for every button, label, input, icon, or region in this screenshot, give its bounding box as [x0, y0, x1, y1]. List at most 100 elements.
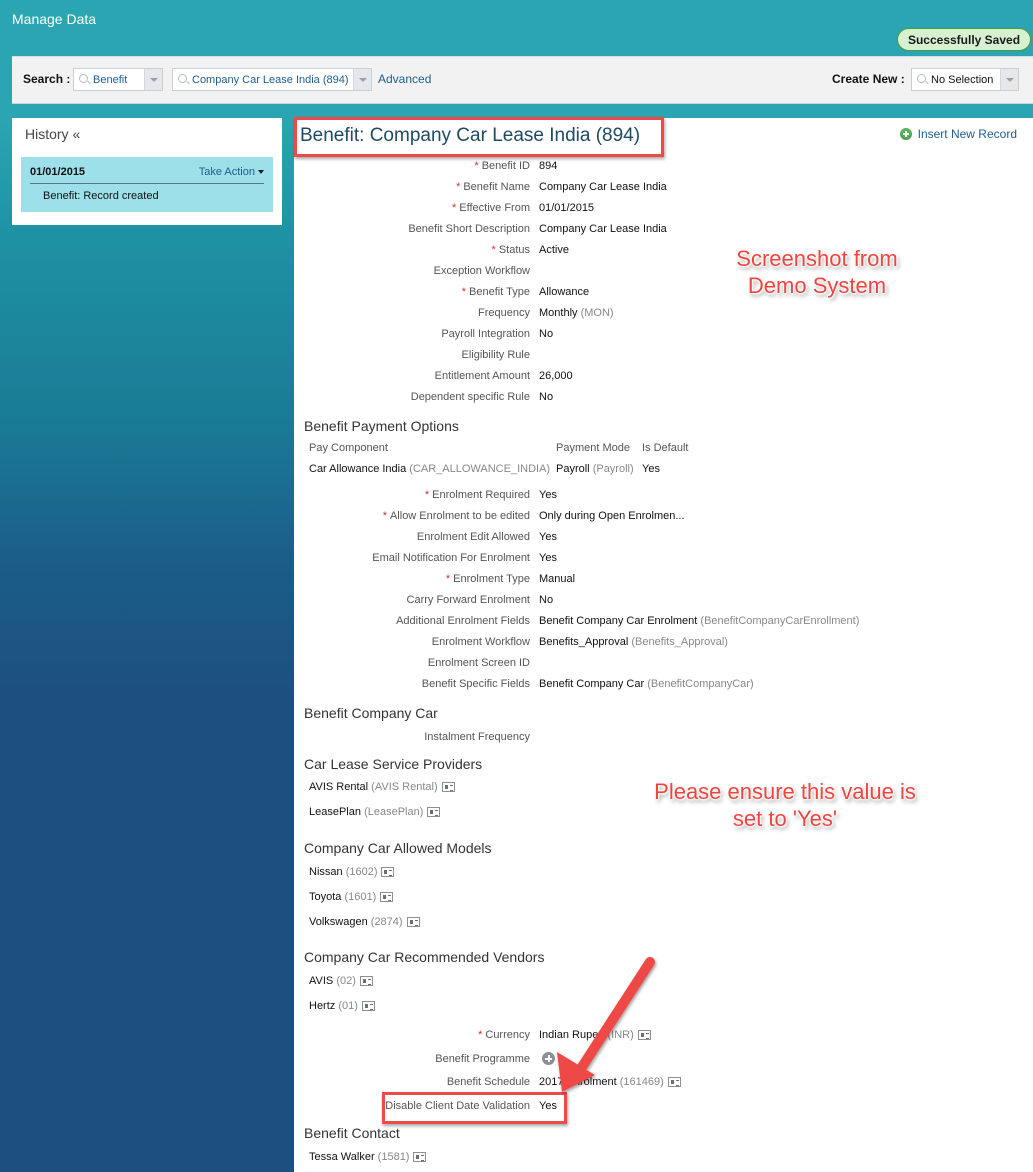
details-card-icon[interactable] — [441, 782, 455, 792]
field-row: Payroll Integration No — [294, 328, 1033, 342]
details-card-icon[interactable] — [427, 807, 441, 817]
create-new-select[interactable]: No Selection — [911, 68, 1019, 91]
field-label: Payroll Integration — [270, 328, 530, 340]
search-label: Search : — [23, 72, 71, 86]
field-label: Enrolment Workflow — [270, 636, 530, 648]
field-label: * Enrolment Required — [270, 489, 530, 501]
caret-down-icon — [258, 170, 264, 175]
field-value: Manual — [539, 573, 575, 585]
add-programme-icon[interactable] — [542, 1052, 555, 1065]
field-value-text: 01/01/2015 — [539, 202, 595, 214]
search-toolbar: Search : Benefit Company Car Lease India… — [12, 56, 1033, 104]
title-highlight-box — [294, 117, 664, 157]
field-row: Enrolment Edit Allowed Yes — [294, 531, 1033, 545]
list-item: Volkswagen (2874) — [309, 916, 420, 928]
list-item-name: AVIS Rental — [309, 781, 369, 793]
field-value: Active — [539, 244, 569, 256]
field-label-text: Enrolment Type — [453, 573, 530, 585]
details-card-icon[interactable] — [381, 867, 395, 877]
field-label: Additional Enrolment Fields — [270, 615, 530, 627]
list-item-name: Hertz — [309, 1000, 336, 1012]
list-item: Nissan (1602) — [309, 866, 395, 878]
demo-system-annotation: Screenshot from Demo System — [717, 245, 917, 299]
field-row: Benefit Short Description Company Car Lea… — [294, 223, 1033, 237]
field-value: Monthly (MON) — [539, 307, 614, 319]
details-card-icon[interactable] — [406, 917, 420, 927]
field-value-code: (BenefitCompanyCar) — [647, 678, 754, 690]
divider — [30, 183, 264, 184]
insert-new-record-link[interactable]: Insert New Record — [899, 127, 1017, 141]
field-row: Frequency Monthly (MON) — [294, 307, 1033, 321]
field-value — [542, 1052, 555, 1068]
field-value: Benefit Company Car (BenefitCompanyCar) — [539, 678, 754, 690]
field-label: * Enrolment Type — [270, 573, 530, 585]
field-label: Eligibility Rule — [270, 349, 530, 361]
details-card-icon[interactable] — [413, 1152, 427, 1162]
field-label: Benefit Schedule — [446, 1076, 530, 1088]
field-value-code: (MON) — [580, 307, 614, 319]
details-card-icon[interactable] — [637, 1030, 651, 1041]
validation-highlight-box — [382, 1092, 567, 1124]
field-value-code: (Benefits_Approval) — [631, 636, 728, 648]
field-row: Entitlement Amount 26,000 — [294, 370, 1033, 384]
field-label-text: Benefit ID — [481, 160, 530, 172]
field-row: * Benefit Name Company Car Lease India — [294, 181, 1033, 195]
currency-value: Indian Rupee — [539, 1029, 605, 1041]
schedule-code: (161469) — [619, 1076, 664, 1088]
chevron-down-icon[interactable] — [144, 69, 162, 90]
field-value: Yes — [539, 552, 557, 564]
field-label: Enrolment Edit Allowed — [270, 531, 530, 543]
details-card-icon[interactable] — [361, 1001, 375, 1011]
advanced-search-link[interactable]: Advanced — [378, 72, 431, 86]
field-row: Enrolment Workflow Benefits_Approval (Ben… — [294, 636, 1033, 650]
field-value-text: Company Car Lease India — [539, 223, 667, 235]
field-label-text: Enrolment Required — [432, 489, 530, 501]
field-value: 2017 Enrolment (161469) — [539, 1076, 681, 1088]
field-value: Benefit Company Car Enrolment (BenefitCo… — [539, 615, 859, 627]
annotation-line: Please ensure this value is — [654, 779, 916, 804]
column-header-is-default: Is Default — [642, 442, 689, 454]
list-item-name: AVIS — [309, 975, 334, 987]
details-card-icon[interactable] — [380, 892, 394, 902]
history-entry[interactable]: 01/01/2015 Take Action Benefit: Record c… — [21, 157, 273, 212]
field-row-programme: Benefit Programme — [294, 1052, 1033, 1068]
field-value-text: Yes — [539, 489, 557, 501]
pay-component-cell: Car Allowance India (CAR_ALLOWANCE_INDIA… — [309, 463, 550, 475]
section-title-company-car: Benefit Company Car — [304, 705, 438, 721]
field-label-text: Dependent specific Rule — [410, 391, 530, 403]
record-select[interactable]: Company Car Lease India (894) — [172, 68, 372, 91]
take-action-menu[interactable]: Take Action — [199, 166, 264, 178]
details-card-icon[interactable] — [667, 1077, 681, 1088]
details-card-icon[interactable] — [359, 976, 373, 986]
list-item: Tessa Walker (1581) — [309, 1151, 427, 1163]
payment-mode-code: (Payroll) — [592, 463, 634, 475]
chevron-down-icon[interactable] — [353, 69, 371, 90]
object-type-select[interactable]: Benefit — [73, 68, 163, 91]
field-value-text: Benefit Company Car — [539, 678, 645, 690]
insert-new-record-label: Insert New Record — [917, 127, 1017, 141]
search-icon — [916, 73, 930, 87]
field-value: No — [539, 594, 553, 606]
field-value-text: No — [539, 328, 554, 340]
field-label: * Effective From — [270, 202, 530, 214]
field-value-text: Allowance — [539, 286, 590, 298]
history-toggle[interactable]: History « — [25, 126, 80, 142]
field-value: 01/01/2015 — [539, 202, 594, 214]
field-label-text: Eligibility Rule — [461, 349, 530, 361]
field-label: Instalment Frequency — [424, 731, 530, 743]
field-value: Company Car Lease India — [539, 223, 667, 235]
required-marker: * — [456, 181, 461, 193]
list-item-name: Tessa Walker — [309, 1151, 375, 1163]
field-label-text: Additional Enrolment Fields — [396, 615, 530, 627]
section-title-allowed-models: Company Car Allowed Models — [304, 840, 492, 856]
object-type-value: Benefit — [93, 73, 128, 86]
list-item-code: (2874) — [370, 916, 403, 928]
list-item-code: (02) — [336, 975, 356, 987]
field-row: Additional Enrolment Fields Benefit Compa… — [294, 615, 1033, 629]
field-label: Enrolment Screen ID — [270, 657, 530, 669]
required-marker: * — [461, 286, 467, 298]
field-label: Email Notification For Enrolment — [270, 552, 530, 564]
chevron-down-icon[interactable] — [1000, 69, 1018, 90]
field-label-text: Payroll Integration — [441, 328, 530, 340]
create-new-label: Create New : — [832, 72, 905, 86]
